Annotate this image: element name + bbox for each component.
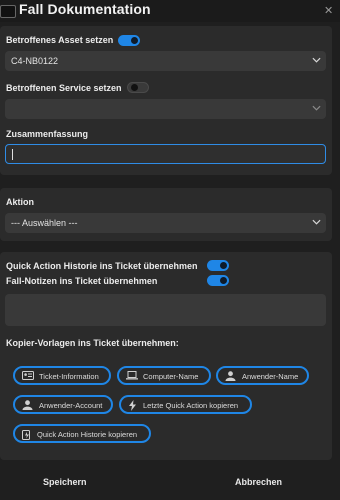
quick-action-history-label: Quick Action Historie ins Ticket überneh… xyxy=(6,261,198,271)
chevron-down-icon xyxy=(312,105,321,111)
computer-name-chip[interactable]: Computer-Name xyxy=(117,366,211,385)
asset-panel: Betroffenes Asset setzen C4-NB0122 Betro… xyxy=(0,26,332,175)
user-account-chip[interactable]: Anwender-Account xyxy=(13,395,113,414)
service-select[interactable] xyxy=(5,99,326,119)
summary-label: Zusammenfassung xyxy=(6,129,89,139)
asset-label: Betroffenes Asset setzen xyxy=(6,35,114,45)
case-notes-area[interactable] xyxy=(5,294,326,326)
user-name-label: Anwender-Name xyxy=(242,372,299,381)
asset-toggle[interactable] xyxy=(118,35,140,46)
quick-action-history-toggle[interactable] xyxy=(207,260,229,271)
user-account-label: Anwender-Account xyxy=(39,401,103,410)
user-icon xyxy=(225,371,236,381)
quick-action-history-copy-label: Quick Action Historie kopieren xyxy=(37,430,138,439)
chevron-down-icon xyxy=(312,219,321,225)
quick-action-history-chip[interactable]: Quick Action Historie kopieren xyxy=(13,424,151,443)
computer-name-label: Computer-Name xyxy=(143,372,199,381)
action-label: Aktion xyxy=(6,197,34,207)
window-title: Fall Dokumentation xyxy=(19,1,151,17)
save-button[interactable]: Speichern xyxy=(43,477,87,487)
action-value: --- Auswählen --- xyxy=(11,218,78,228)
laptop-icon xyxy=(126,371,138,380)
service-toggle[interactable] xyxy=(127,82,149,93)
ticket-information-chip[interactable]: Ticket-Information xyxy=(13,366,111,385)
service-label: Betroffenen Service setzen xyxy=(6,83,122,93)
user-name-chip[interactable]: Anwender-Name xyxy=(216,366,309,385)
copy-templates-label: Kopier-Vorlagen ins Ticket übernehmen: xyxy=(6,338,179,348)
asset-value: C4-NB0122 xyxy=(11,56,59,66)
last-quick-action-label: Letzte Quick Action kopieren xyxy=(143,401,239,410)
action-panel: Aktion --- Auswählen --- xyxy=(0,188,332,241)
user-icon xyxy=(22,400,33,410)
app-icon xyxy=(0,5,16,18)
asset-select[interactable]: C4-NB0122 xyxy=(5,51,326,71)
history-icon xyxy=(22,430,30,440)
id-card-icon xyxy=(22,371,34,380)
case-notes-toggle[interactable] xyxy=(207,275,229,286)
action-select[interactable]: --- Auswählen --- xyxy=(5,213,326,233)
text-caret xyxy=(12,149,13,160)
ticket-information-label: Ticket-Information xyxy=(39,372,99,381)
last-quick-action-chip[interactable]: Letzte Quick Action kopieren xyxy=(119,395,252,414)
close-icon[interactable]: ✕ xyxy=(324,4,333,17)
lightning-icon xyxy=(129,400,136,411)
title-bar: Fall Dokumentation ✕ xyxy=(0,0,340,22)
summary-input[interactable] xyxy=(5,144,326,164)
case-notes-label: Fall-Notizen ins Ticket übernehmen xyxy=(6,276,158,286)
cancel-button[interactable]: Abbrechen xyxy=(235,477,282,487)
chevron-down-icon xyxy=(312,57,321,63)
